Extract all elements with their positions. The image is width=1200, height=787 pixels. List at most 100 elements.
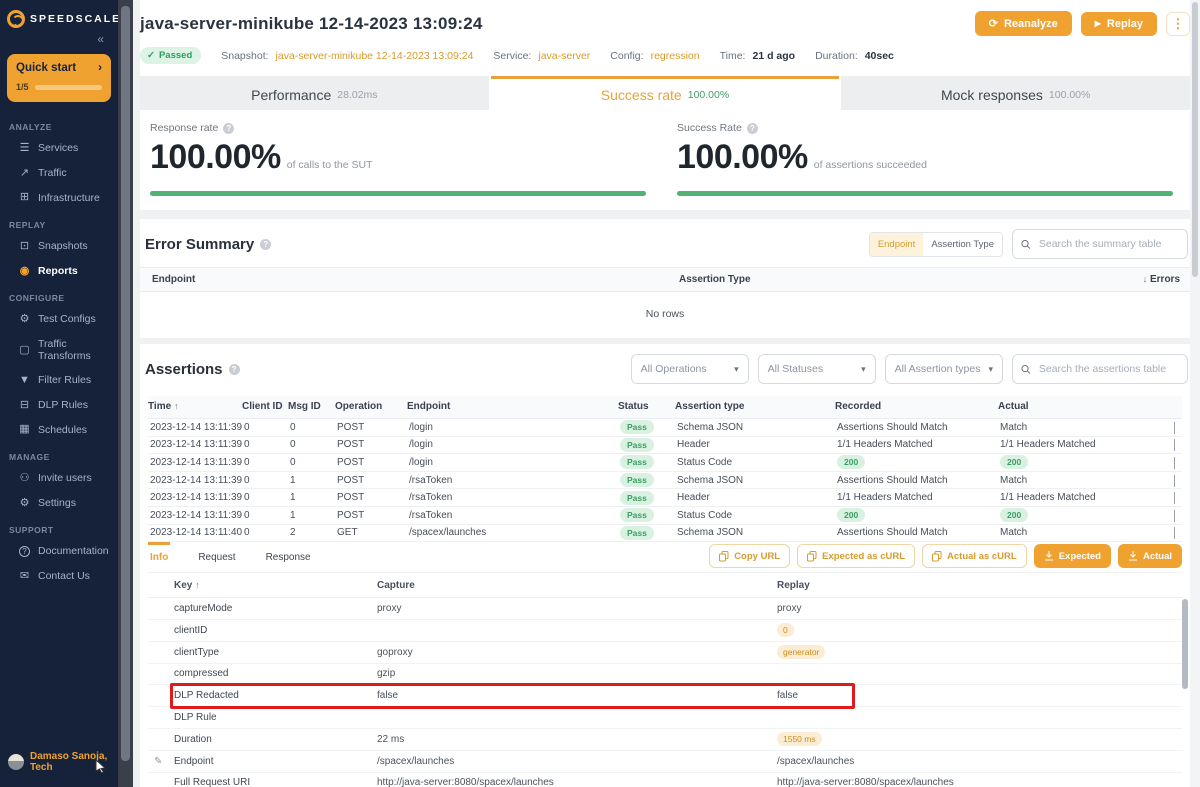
assertion-row[interactable]: 2023-12-14 13:11:3901POST/rsaTokenPassSt… <box>148 507 1182 525</box>
tab-performance[interactable]: Performance28.02ms <box>140 76 489 110</box>
sidebar-item-traffic-transforms[interactable]: ▢Traffic Transforms <box>0 332 118 368</box>
statuses-filter[interactable]: All Statuses▾ <box>758 354 876 384</box>
detail-scrollbar-thumb[interactable] <box>1182 599 1188 689</box>
col-capture[interactable]: Capture <box>377 580 777 591</box>
info-icon[interactable]: ? <box>260 239 271 250</box>
col-recorded[interactable]: Recorded <box>835 401 998 412</box>
col-actual[interactable]: Actual <box>998 401 1158 412</box>
tab-success-rate[interactable]: Success rate100.00% <box>491 76 840 110</box>
replay-button[interactable]: ▶ Replay <box>1081 12 1157 36</box>
sidebar-item-contact-us[interactable]: ✉Contact Us <box>0 564 118 589</box>
cell-msg-id: 1 <box>290 475 337 486</box>
assertion-row[interactable]: 2023-12-14 13:11:4002GET/spacex/launches… <box>148 525 1182 543</box>
expand-toggle[interactable] <box>1160 422 1182 433</box>
col-errors[interactable]: ↓ Errors <box>1119 274 1180 285</box>
detail-tab-request[interactable]: Request <box>196 542 237 565</box>
detail-tab-response[interactable]: Response <box>264 542 313 565</box>
download-actual-button[interactable]: Actual <box>1118 544 1182 568</box>
reanalyze-button[interactable]: ⟳ Reanalyze <box>975 11 1072 36</box>
detail-row[interactable]: Duration22 ms1550 ms <box>148 729 1182 751</box>
sidebar-item-settings[interactable]: ⚙Settings <box>0 491 118 516</box>
cell-client-id: 0 <box>244 439 290 450</box>
quick-start-card[interactable]: Quick start › 1/5 <box>7 54 111 102</box>
col-assertion-type[interactable]: Assertion type <box>675 401 835 412</box>
info-icon[interactable]: ? <box>747 123 758 134</box>
sidebar-item-filter-rules[interactable]: ▼Filter Rules <box>0 368 118 393</box>
sidebar-item-reports[interactable]: ◉Reports <box>0 259 118 284</box>
col-key[interactable]: Key ↑ <box>174 580 377 591</box>
toggle-assertion-type[interactable]: Assertion Type <box>923 233 1002 256</box>
snapshot-link[interactable]: java-server-minikube 12-14-2023 13:09:24 <box>276 50 474 62</box>
expand-toggle[interactable] <box>1160 475 1182 486</box>
expand-toggle[interactable] <box>1160 457 1182 468</box>
sidebar-scrollbar[interactable] <box>118 0 133 787</box>
brand: SPEEDSCALE <box>0 0 118 30</box>
sidebar-scrollbar-thumb[interactable] <box>121 6 130 761</box>
assertion-row[interactable]: 2023-12-14 13:11:3901POST/rsaTokenPassHe… <box>148 489 1182 507</box>
assertion-types-filter[interactable]: All Assertion types▾ <box>885 354 1003 384</box>
detail-row[interactable]: DLP Rule <box>148 707 1182 729</box>
assertions-search[interactable] <box>1012 354 1188 384</box>
cell-actual: 200 <box>1000 455 1160 469</box>
col-endpoint[interactable]: Endpoint <box>407 401 618 412</box>
detail-row[interactable]: DLP Redactedfalsefalse <box>148 685 1182 707</box>
summary-search-input[interactable] <box>1037 237 1179 251</box>
brand-name: SPEEDSCALE <box>30 13 121 25</box>
sidebar-item-schedules[interactable]: ▦Schedules <box>0 417 118 442</box>
expand-toggle[interactable] <box>1160 510 1182 521</box>
sidebar-item-test-configs[interactable]: ⚙Test Configs <box>0 307 118 332</box>
detail-tab-info[interactable]: Info <box>148 542 170 565</box>
expand-toggle[interactable] <box>1160 492 1182 503</box>
sidebar-item-label: Traffic Transforms <box>38 338 114 362</box>
col-time[interactable]: Time ↑ <box>148 401 242 412</box>
detail-row[interactable]: ✎Endpoint/spacex/launches/spacex/launche… <box>148 751 1182 773</box>
sidebar-item-invite-users[interactable]: ⚇Invite users <box>0 466 118 491</box>
service-link[interactable]: java-server <box>538 50 590 62</box>
tab-mock-responses[interactable]: Mock responses100.00% <box>841 76 1190 110</box>
detail-row[interactable]: captureModeproxyproxy <box>148 598 1182 620</box>
sidebar-item-infrastructure[interactable]: ⊞Infrastructure <box>0 185 118 210</box>
info-icon[interactable]: ? <box>229 364 240 375</box>
sidebar-item-services[interactable]: ☰Services <box>0 136 118 161</box>
sidebar-collapse-icon[interactable]: « <box>0 30 118 46</box>
assertion-row[interactable]: 2023-12-14 13:11:3900POST/loginPassSchem… <box>148 419 1182 437</box>
operations-filter[interactable]: All Operations▾ <box>631 354 749 384</box>
sidebar-item-snapshots[interactable]: ⊡Snapshots <box>0 234 118 259</box>
sidebar-item-label: Snapshots <box>38 240 88 252</box>
sidebar-item-traffic[interactable]: ↗Traffic <box>0 161 118 186</box>
col-endpoint[interactable]: Endpoint <box>152 274 679 285</box>
more-options-button[interactable]: ⋮ <box>1166 12 1190 36</box>
actual-as-curl-button[interactable]: Actual as cURL <box>922 544 1027 568</box>
detail-row[interactable]: Full Request URIhttp://java-server:8080/… <box>148 773 1182 787</box>
col-msg-id[interactable]: Msg ID <box>288 401 335 412</box>
cell-client-id: 0 <box>244 422 290 433</box>
col-status[interactable]: Status <box>618 401 675 412</box>
page-scrollbar[interactable] <box>1190 0 1200 787</box>
assertion-row[interactable]: 2023-12-14 13:11:3901POST/rsaTokenPassSc… <box>148 472 1182 490</box>
detail-row[interactable]: clientID0 <box>148 620 1182 642</box>
detail-row[interactable]: compressedgzip <box>148 664 1182 686</box>
col-operation[interactable]: Operation <box>335 401 407 412</box>
toggle-endpoint[interactable]: Endpoint <box>870 233 924 256</box>
sidebar-item-dlp-rules[interactable]: ⊟DLP Rules <box>0 393 118 418</box>
assertion-row[interactable]: 2023-12-14 13:11:3900POST/loginPassHeade… <box>148 437 1182 455</box>
col-assertion-type[interactable]: Assertion Type <box>679 274 1119 285</box>
user-menu[interactable]: Damaso Sanoja, Tech <box>0 743 118 787</box>
download-expected-button[interactable]: Expected <box>1034 544 1111 568</box>
copy-url-button[interactable]: Copy URL <box>709 544 790 568</box>
info-icon[interactable]: ? <box>223 123 234 134</box>
sidebar-item-documentation[interactable]: ?Documentation <box>0 539 118 564</box>
expected-as-curl-button[interactable]: Expected as cURL <box>797 544 915 568</box>
summary-search[interactable] <box>1012 229 1188 259</box>
col-client-id[interactable]: Client ID <box>242 401 288 412</box>
col-replay[interactable]: Replay <box>777 580 1182 591</box>
config-link[interactable]: regression <box>651 50 700 62</box>
expand-toggle[interactable] <box>1160 439 1182 450</box>
page-scrollbar-thumb[interactable] <box>1192 2 1198 277</box>
assertions-search-input[interactable] <box>1037 362 1179 376</box>
assertion-row[interactable]: 2023-12-14 13:11:3900POST/loginPassStatu… <box>148 454 1182 472</box>
sidebar: SPEEDSCALE « Quick start › 1/5 ANALYZE☰S… <box>0 0 118 787</box>
status-bar: ✓Passed Snapshot: java-server-minikube 1… <box>140 47 1190 64</box>
expand-toggle[interactable] <box>1160 527 1182 538</box>
detail-row[interactable]: clientTypegoproxygenerator <box>148 642 1182 664</box>
